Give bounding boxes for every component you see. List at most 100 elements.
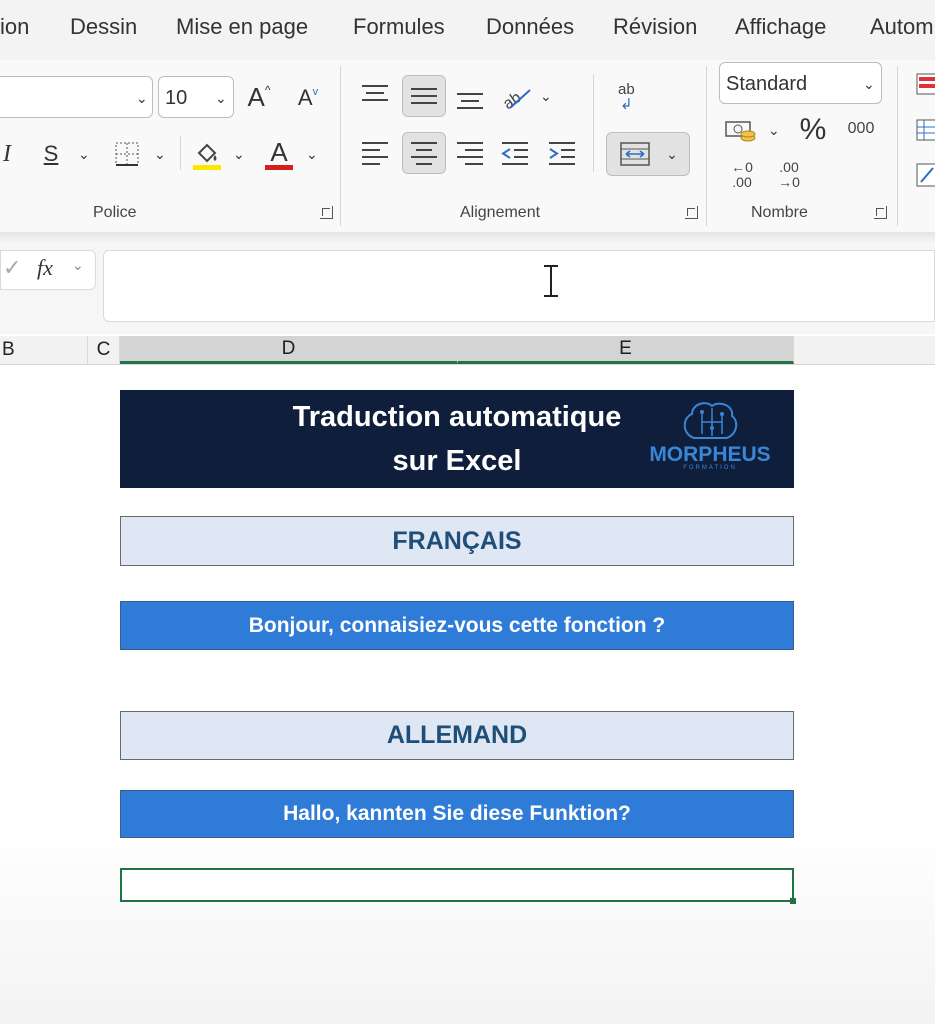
align-center-icon [411, 142, 437, 165]
increase-indent-icon[interactable] [547, 140, 577, 166]
tab-affichage[interactable]: Affichage [735, 14, 826, 40]
merge-center-button[interactable]: ⌄ [606, 132, 690, 176]
fill-color-button[interactable] [190, 138, 224, 172]
divider [897, 66, 898, 226]
formula-controls: ✓ fx ⌄ [0, 250, 96, 290]
police-dialog-launcher-icon[interactable] [320, 206, 333, 219]
font-color-swatch [265, 164, 293, 170]
strikethrough-icon: S [43, 141, 59, 166]
divider [340, 66, 341, 226]
active-cell[interactable] [120, 868, 794, 902]
conditional-formatting-icon[interactable] [915, 72, 935, 96]
percent-icon: % [799, 113, 827, 146]
title-line-1: Traduction automatique [292, 401, 622, 433]
ribbon-tab-bar: ion Dessin Mise en page Formules Données… [0, 0, 935, 60]
tab-formules[interactable]: Formules [353, 14, 445, 40]
font-name-combo[interactable]: ⌄ [0, 76, 153, 118]
align-right-icon[interactable] [455, 140, 485, 166]
text-cursor-icon [544, 265, 558, 297]
ribbon-shadow [0, 232, 935, 242]
font-color-button[interactable]: A [262, 136, 296, 172]
chevron-down-icon[interactable]: ⌄ [306, 146, 318, 163]
wrap-text-button[interactable]: ab ↲ [612, 80, 646, 114]
insert-function-button[interactable]: fx [37, 255, 53, 281]
font-color-icon: A [270, 136, 288, 167]
borders-button[interactable] [112, 139, 142, 169]
column-header-b[interactable]: B [0, 336, 88, 364]
chevron-down-icon[interactable]: ⌄ [233, 146, 245, 163]
group-label-nombre: Nombre [751, 204, 808, 221]
tab-mise-en-page[interactable]: Mise en page [176, 14, 308, 40]
chevron-down-icon[interactable]: ⌄ [72, 257, 84, 274]
thousands-icon: 000 [847, 120, 875, 137]
number-format-value: Standard [726, 73, 808, 95]
tab-revision[interactable]: Révision [613, 14, 697, 40]
orientation-icon[interactable]: ab [500, 82, 534, 112]
french-text-cell[interactable]: Bonjour, connaisiez-vous cette fonction … [120, 601, 794, 650]
column-header-e[interactable]: E [458, 336, 794, 364]
morpheus-logo: MORPHEUS FORMATION [640, 398, 780, 476]
chevron-down-icon[interactable]: ⌄ [78, 146, 90, 163]
german-header-cell[interactable]: ALLEMAND [120, 711, 794, 760]
accounting-format-icon[interactable] [724, 116, 760, 146]
align-center-button[interactable] [402, 132, 446, 174]
percent-style-button[interactable]: % [796, 112, 830, 148]
brain-logo-icon [683, 402, 738, 439]
title-line-2: sur Excel [392, 445, 522, 477]
wrap-text-icon: ab ↲ [614, 81, 644, 113]
chevron-down-icon: ⌄ [666, 145, 678, 162]
number-format-combo[interactable]: Standard ⌄ [719, 62, 882, 104]
borders-icon [115, 142, 139, 166]
chevron-down-icon[interactable]: ⌄ [540, 88, 552, 105]
tab-donnees[interactable]: Données [486, 14, 574, 40]
chevron-down-icon: ⌄ [136, 90, 148, 106]
decrease-indent-icon[interactable] [500, 140, 530, 166]
font-size-value: 10 [165, 87, 188, 109]
column-headers: B C D E [0, 336, 935, 365]
comma-style-button[interactable]: 000 [842, 116, 880, 142]
formula-input[interactable] [103, 250, 935, 322]
align-middle-button[interactable] [402, 75, 446, 117]
chevron-down-icon: ⌄ [863, 76, 875, 92]
cell-styles-icon[interactable] [915, 162, 935, 188]
column-header-c[interactable]: C [88, 336, 120, 364]
divider [706, 66, 707, 226]
tab-insertion[interactable]: ion [0, 14, 29, 40]
tab-automatiser[interactable]: Autom [870, 14, 934, 40]
group-label-alignement: Alignement [460, 204, 541, 221]
tab-dessin[interactable]: Dessin [70, 14, 137, 40]
grow-font-button[interactable]: A ^ [241, 80, 277, 114]
strikethrough-button[interactable]: S [38, 138, 64, 170]
alignement-dialog-launcher-icon[interactable] [685, 206, 698, 219]
enter-check-icon[interactable]: ✓ [3, 255, 21, 281]
increase-decimal-icon: ←0 .00 [731, 159, 753, 190]
logo-text: MORPHEUS [649, 443, 771, 466]
paint-bucket-icon [193, 143, 221, 170]
italic-button[interactable]: I [0, 138, 18, 170]
italic-icon: I [3, 140, 11, 167]
align-bottom-icon[interactable] [455, 86, 485, 112]
shrink-font-icon: A [297, 85, 313, 110]
fill-handle[interactable] [790, 898, 796, 904]
french-header-cell[interactable]: FRANÇAIS [120, 516, 794, 566]
align-left-icon[interactable] [360, 140, 390, 166]
chevron-down-icon: ⌄ [215, 90, 227, 106]
chevron-down-icon[interactable]: ⌄ [768, 122, 780, 139]
wrap-arrow-icon: ↲ [620, 96, 633, 113]
decrease-decimal-button[interactable]: .00 →0 [771, 158, 807, 192]
decrease-decimal-icon: .00 →0 [778, 159, 800, 190]
font-size-combo[interactable]: 10 ⌄ [158, 76, 234, 118]
align-middle-icon [411, 88, 437, 104]
align-top-icon[interactable] [360, 82, 390, 108]
column-header-d[interactable]: D [120, 336, 458, 364]
merge-cells-icon [620, 142, 650, 166]
grow-font-icon: A [247, 81, 265, 112]
chevron-down-icon[interactable]: ⌄ [154, 146, 166, 163]
divider [593, 74, 594, 172]
shrink-font-button[interactable]: Av [291, 82, 325, 114]
german-text-cell[interactable]: Hallo, kannten Sie diese Funktion? [120, 790, 794, 838]
group-label-police: Police [93, 204, 137, 221]
increase-decimal-button[interactable]: ←0 .00 [724, 158, 760, 192]
nombre-dialog-launcher-icon[interactable] [874, 206, 887, 219]
format-as-table-icon[interactable] [915, 118, 935, 142]
